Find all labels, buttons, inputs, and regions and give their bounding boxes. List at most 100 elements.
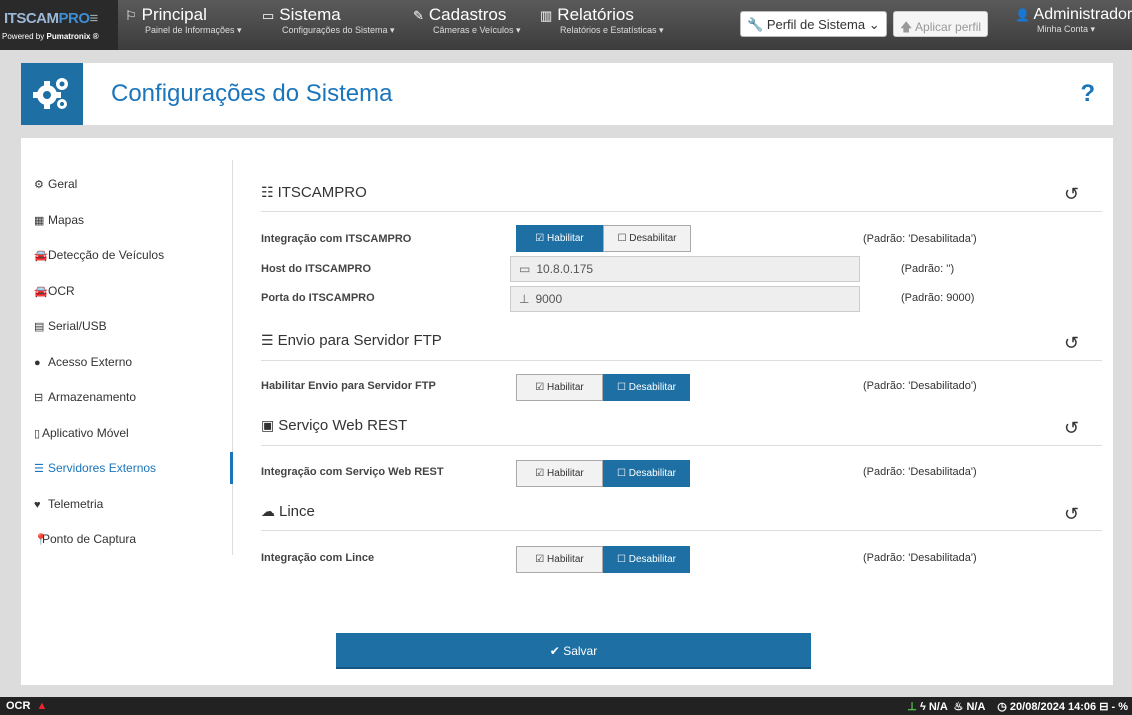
default-note: (Padrão: 'Desabilitada') [863, 552, 977, 564]
wrench-icon: 🔧 [747, 17, 764, 32]
sidebar-item-geral[interactable]: ⚙ Geral [34, 177, 77, 191]
section-title-text: Serviço Web REST [278, 417, 408, 434]
sidebar-item-mapas[interactable]: ▦ Mapas [34, 213, 84, 227]
lince-integration-label: Integração com Lince [261, 552, 375, 564]
section-title-text: Lince [279, 503, 315, 520]
button-label: Habilitar [547, 468, 584, 479]
temperature-icon: ♨ [953, 701, 964, 713]
car-icon: 🚘 [34, 286, 48, 298]
sidebar-item-label: Serial/USB [48, 319, 107, 333]
sidebar-item-acesso-externo[interactable]: ● Acesso Externo [34, 355, 132, 369]
edit-icon: ✎ [413, 8, 424, 23]
map-pin-icon: 📍 [34, 534, 48, 546]
help-button[interactable]: ? [1080, 80, 1095, 108]
nav-subtitle: Configurações do Sistema ▾ [282, 25, 395, 35]
nav-title: Principal [141, 5, 207, 24]
page-header: Configurações do Sistema ? [21, 63, 1113, 125]
apply-profile-button[interactable]: 🡅 Aplicar perfil [893, 11, 988, 37]
sidebar-item-label: Armazenamento [48, 390, 137, 404]
sidebar-item-ponto-captura[interactable]: 📍Ponto de Captura [34, 532, 136, 546]
button-label: Desabilitar [628, 468, 676, 479]
default-note: (Padrão: 'Desabilitada') [863, 233, 977, 245]
itscampro-host-label: Host do ITSCAMPRO [261, 263, 371, 275]
reset-icon[interactable]: ↺ [1064, 333, 1079, 354]
chevron-down-icon: ⌄ [868, 17, 880, 32]
status-bar: OCR ▲ ⊥ ϟ N/A ♨ N/A ◷ 20/08/2024 14:06 ⊟ … [0, 697, 1132, 715]
sidebar-item-label: Servidores Externos [48, 461, 157, 475]
ftp-disable-button[interactable]: ☐ Desabilitar [603, 374, 690, 401]
account-menu[interactable]: 👤 Administrador Minha Conta ▾ [1015, 6, 1132, 35]
nav-sistema[interactable]: ▭ Sistema Configurações do Sistema ▾ [262, 6, 395, 36]
ftp-enable-label: Habilitar Envio para Servidor FTP [261, 380, 436, 392]
warning-icon: ▲ [36, 700, 48, 712]
itscampro-port-label: Porta do ITSCAMPRO [261, 292, 375, 304]
sidebar-item-deteccao[interactable]: 🚘Detecção de Veículos [34, 248, 164, 262]
gears-icon: ⚙ [34, 179, 44, 191]
map-icon: ▦ [34, 215, 45, 227]
sidebar-item-label: Geral [48, 177, 78, 191]
reset-icon[interactable]: ↺ [1064, 184, 1079, 205]
itscampro-enable-button[interactable]: ☑ Habilitar [516, 225, 603, 252]
monitor-icon: ▭ [262, 8, 275, 23]
serial-icon: ▤ [34, 321, 45, 333]
nav-cadastros[interactable]: ✎ Cadastros Câmeras e Veículos ▾ [413, 6, 521, 36]
default-note: (Padrão: 'Desabilitada') [863, 466, 977, 478]
divider [261, 360, 1102, 361]
sidebar-item-servidores-externos[interactable]: ☰ Servidores Externos [34, 461, 156, 475]
section-title-text: Envio para Servidor FTP [277, 332, 442, 349]
profile-select[interactable]: 🔧 Perfil de Sistema ⌄ [740, 11, 887, 37]
button-label: Desabilitar [628, 554, 676, 565]
server-icon: ☰ [261, 332, 274, 348]
lince-disable-button[interactable]: ☐ Desabilitar [603, 546, 690, 573]
field-value: 10.8.0.175 [536, 262, 594, 276]
globe-icon: ● [34, 357, 41, 369]
sidebar-item-label: Acesso Externo [48, 355, 133, 369]
reset-icon[interactable]: ↺ [1064, 504, 1079, 525]
itscampro-host-field[interactable]: ▭ 10.8.0.175 [510, 256, 860, 282]
default-note: (Padrão: 'Desabilitado') [863, 380, 977, 392]
lince-enable-button[interactable]: ☑ Habilitar [516, 546, 603, 573]
clock-icon: ◷ [997, 701, 1007, 713]
apply-profile-label: Aplicar perfil [915, 20, 982, 34]
page-title: Configurações do Sistema [111, 80, 393, 107]
sidebar-item-serial[interactable]: ▤ Serial/USB [34, 319, 107, 333]
button-label: Desabilitar [629, 233, 677, 244]
itscampro-disable-button[interactable]: ☐ Desabilitar [603, 225, 691, 252]
check-square-icon: ☑ [535, 382, 545, 393]
rest-disable-button[interactable]: ☐ Desabilitar [603, 460, 690, 487]
account-name: Administrador [1033, 6, 1132, 23]
ftp-enable-button[interactable]: ☑ Habilitar [516, 374, 603, 401]
check-square-icon: ☑ [535, 233, 545, 244]
sidebar-item-ocr[interactable]: 🚘OCR [34, 284, 75, 298]
hdd-icon: ⊟ [34, 392, 44, 404]
sidebar-item-aplicativo-movel[interactable]: ▯ Aplicativo Móvel [34, 426, 129, 440]
sidebar-item-armazenamento[interactable]: ⊟ Armazenamento [34, 390, 136, 404]
divider [261, 211, 1102, 212]
nav-title: Sistema [279, 5, 341, 24]
logo-brand: ITSCAM [4, 10, 59, 27]
logo-mark-icon: ≡ [89, 10, 99, 27]
cloud-icon: ☁ [261, 503, 275, 519]
save-button[interactable]: ✔ Salvar [336, 633, 811, 669]
monitor-icon: ▭ [519, 262, 531, 276]
rest-enable-button[interactable]: ☑ Habilitar [516, 460, 603, 487]
section-title-itscampro: ☷ ITSCAMPRO [261, 184, 367, 201]
square-icon: ☐ [617, 382, 626, 393]
check-square-icon: ☑ [535, 554, 545, 565]
user-icon: 👤 [1015, 8, 1030, 22]
disk-usage: - % [1111, 701, 1129, 713]
gears-icon [21, 63, 83, 125]
nav-principal[interactable]: ⚐ Principal Painel de Informações ▾ [125, 6, 242, 36]
sidebar-item-telemetria[interactable]: ♥ Telemetria [34, 497, 103, 511]
nav-subtitle: Câmeras e Veículos ▾ [433, 25, 521, 35]
reset-icon[interactable]: ↺ [1064, 418, 1079, 439]
logo[interactable]: ITSCAMPRO≡ Powered by Pumatronix ® [0, 0, 118, 50]
sitemap-icon: ⊥ [519, 292, 530, 306]
nav-relatorios[interactable]: ▥ Relatórios Relatórios e Estatísticas ▾ [540, 6, 664, 36]
check-icon: ✔ [549, 644, 560, 658]
heartbeat-icon: ♥ [34, 499, 41, 511]
itscampro-port-field[interactable]: ⊥ 9000 [510, 286, 860, 312]
square-icon: ☐ [617, 554, 626, 565]
network-icon: ⊥ [907, 701, 917, 713]
bolt-icon: ϟ [919, 701, 926, 713]
